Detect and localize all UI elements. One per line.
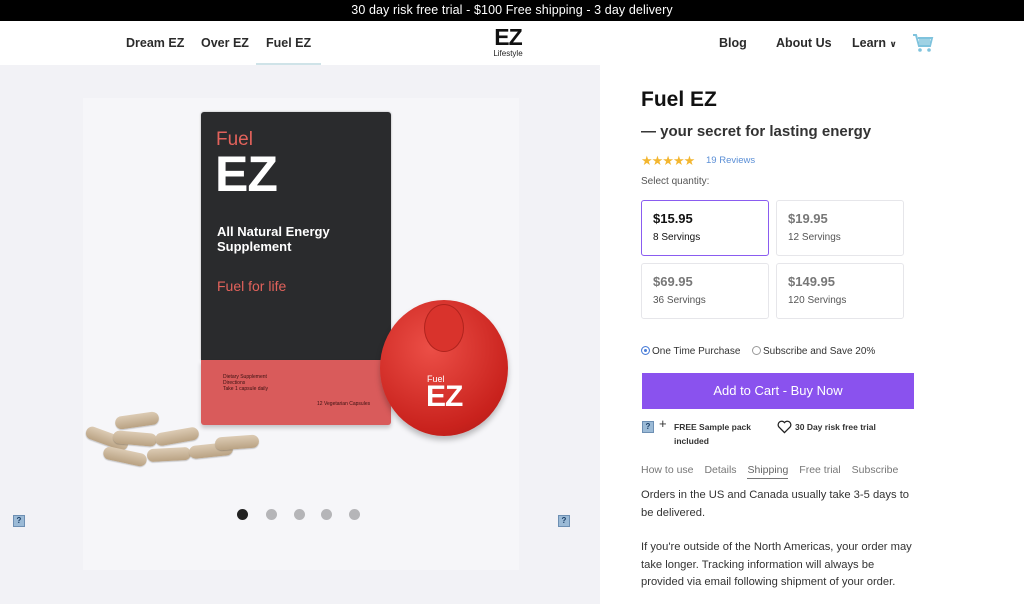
option-price: $19.95 bbox=[788, 211, 828, 226]
carousel-dot-1[interactable] bbox=[237, 509, 248, 520]
nav-learn-label: Learn bbox=[852, 36, 887, 50]
box-capsules-label: 12 Vegetarian Capsules bbox=[317, 401, 371, 407]
carousel-dots bbox=[237, 509, 367, 521]
tab-how-to-use[interactable]: How to use bbox=[641, 464, 694, 478]
logo-sub: Lifestyle bbox=[493, 49, 523, 58]
logo-mark: EZ bbox=[494, 24, 522, 50]
carousel-dot-5[interactable] bbox=[349, 509, 360, 520]
subscribe-save-label: Subscribe and Save 20% bbox=[763, 346, 876, 357]
carousel-dot-4[interactable] bbox=[321, 509, 332, 520]
option-price: $15.95 bbox=[653, 211, 693, 226]
free-sample-perk: FREE Sample pack included bbox=[674, 422, 752, 446]
chevron-down-icon: ∨ bbox=[889, 39, 897, 49]
quantity-option-12[interactable]: $19.95 12 Servings bbox=[776, 200, 904, 256]
heart-icon bbox=[777, 420, 792, 434]
shipping-text-us: Orders in the US and Canada usually take… bbox=[641, 489, 910, 519]
help-icon[interactable]: ? bbox=[558, 515, 570, 527]
nav-about-us[interactable]: About Us bbox=[776, 21, 832, 65]
one-time-purchase-label: One Time Purchase bbox=[652, 346, 741, 357]
nav-blog[interactable]: Blog bbox=[719, 21, 747, 65]
box-headline: All Natural Energy Supplement bbox=[217, 224, 330, 254]
option-servings: 12 Servings bbox=[788, 232, 841, 243]
one-time-purchase-radio[interactable]: One Time Purchase bbox=[641, 346, 740, 358]
logo[interactable]: EZ Lifestyle bbox=[485, 25, 531, 58]
jar-brand-big: EZ bbox=[426, 380, 463, 413]
radio-unchecked-icon bbox=[752, 346, 761, 355]
quantity-option-120[interactable]: $149.95 120 Servings bbox=[776, 263, 904, 319]
carousel-dot-2[interactable] bbox=[266, 509, 277, 520]
radio-checked-icon bbox=[641, 346, 650, 355]
promo-banner: 30 day risk free trial - $100 Free shipp… bbox=[0, 0, 1024, 21]
option-servings: 120 Servings bbox=[788, 295, 847, 306]
quantity-option-8[interactable]: $15.95 8 Servings bbox=[641, 200, 769, 256]
pill-case-image: Fuel EZ bbox=[380, 300, 508, 436]
nav-fuel-ez[interactable]: Fuel EZ bbox=[256, 21, 322, 65]
rating-stars-icon: ★★★★★ bbox=[641, 153, 695, 168]
help-icon[interactable]: ? bbox=[13, 515, 25, 527]
add-to-cart-button[interactable]: Add to Cart - Buy Now bbox=[642, 373, 914, 409]
option-price: $149.95 bbox=[788, 274, 835, 289]
tab-details[interactable]: Details bbox=[704, 464, 736, 478]
nav-over-ez[interactable]: Over EZ bbox=[201, 21, 249, 65]
tab-subscribe[interactable]: Subscribe bbox=[852, 464, 899, 478]
nav-learn[interactable]: Learn ∨ bbox=[852, 21, 897, 65]
product-subtitle: — your secret for lasting energy bbox=[641, 123, 872, 140]
option-price: $69.95 bbox=[653, 274, 693, 289]
box-dietary: Dietary Supplement Directions Take 1 cap… bbox=[223, 374, 303, 392]
box-dose-label: Take 1 capsule daily bbox=[223, 386, 269, 392]
product-title: Fuel EZ bbox=[641, 88, 717, 111]
option-servings: 8 Servings bbox=[653, 232, 701, 243]
shipping-text-intl: If you're outside of the North Americas,… bbox=[641, 541, 912, 588]
capsules-image bbox=[84, 410, 265, 470]
reviews-link[interactable]: 19 Reviews bbox=[706, 155, 755, 166]
top-nav: Dream EZ Over EZ Fuel EZ EZ Lifestyle Bl… bbox=[0, 21, 1024, 65]
box-brand-big: EZ bbox=[215, 146, 278, 202]
tab-shipping[interactable]: Shipping bbox=[747, 464, 789, 479]
subscribe-save-radio[interactable]: Subscribe and Save 20% bbox=[752, 346, 875, 358]
info-tabs: How to use Details Shipping Free trial S… bbox=[641, 464, 906, 479]
nav-dream-ez[interactable]: Dream EZ bbox=[126, 21, 184, 65]
product-box: Fuel EZ All Natural Energy Supplement Fu… bbox=[201, 112, 391, 425]
carousel-dot-3[interactable] bbox=[294, 509, 305, 520]
risk-free-trial-perk: 30 Day risk free trial bbox=[795, 422, 876, 432]
help-icon[interactable]: ? bbox=[642, 421, 654, 433]
cart-icon[interactable] bbox=[912, 33, 934, 53]
select-quantity-label: Select quantity: bbox=[641, 176, 710, 187]
tab-free-trial[interactable]: Free trial bbox=[799, 464, 840, 478]
plus-icon: + bbox=[659, 416, 667, 431]
quantity-option-36[interactable]: $69.95 36 Servings bbox=[641, 263, 769, 319]
box-slogan: Fuel for life bbox=[217, 278, 287, 294]
option-servings: 36 Servings bbox=[653, 295, 706, 306]
